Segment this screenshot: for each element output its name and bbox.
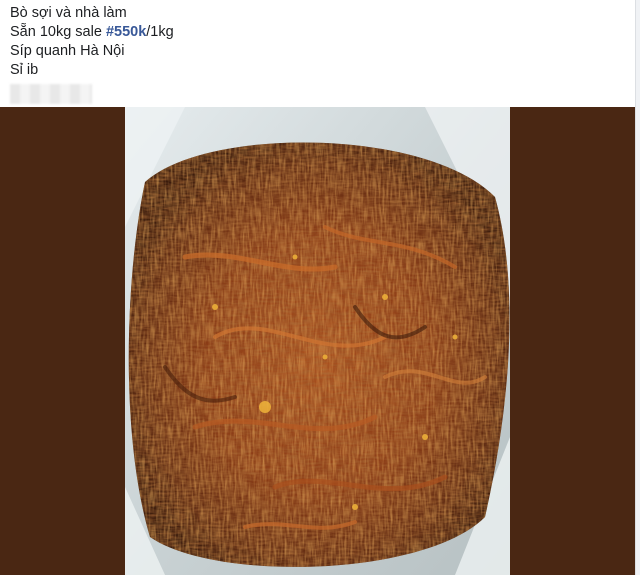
post-line-4: Sỉ ib	[10, 62, 39, 78]
blurred-contact-info	[10, 84, 92, 104]
post-card: Bò sợi và nhà làm Sẵn 10kg sale #550k/1k…	[0, 0, 636, 575]
post-line-1: Bò sợi và nhà làm	[10, 5, 127, 21]
dried-beef-image	[125, 107, 510, 575]
hashtag-link[interactable]: #550k	[106, 24, 146, 40]
post-line-2-prefix: Sẵn 10kg sale	[10, 24, 106, 40]
post-line-3: Síp quanh Hà Nội	[10, 43, 125, 59]
scrollbar-edge[interactable]	[635, 0, 640, 575]
post-text: Bò sợi và nhà làm Sẵn 10kg sale #550k/1k…	[10, 4, 174, 104]
post-media[interactable]	[0, 107, 636, 575]
post-line-2-suffix: /1kg	[146, 24, 174, 40]
beef-jerky-photo[interactable]	[125, 107, 510, 575]
post-line-2: Sẵn 10kg sale #550k/1kg	[10, 23, 174, 42]
